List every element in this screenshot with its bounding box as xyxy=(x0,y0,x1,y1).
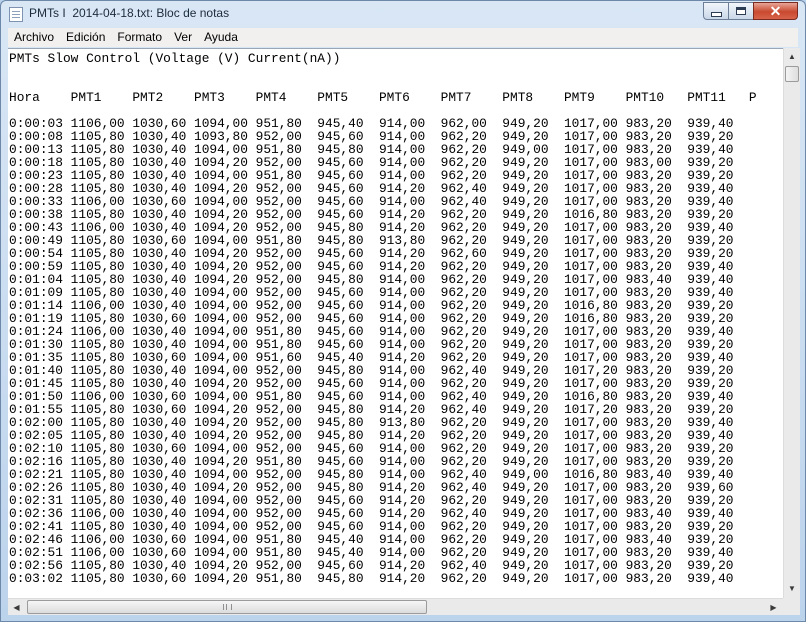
scroll-left-button[interactable]: ◀ xyxy=(8,599,25,615)
menu-ayuda[interactable]: Ayuda xyxy=(198,28,244,47)
text-editor[interactable]: PMTs Slow Control (Voltage (V) Current(n… xyxy=(8,48,783,599)
menu-formato[interactable]: Formato xyxy=(111,28,168,47)
maximize-button[interactable] xyxy=(728,2,754,20)
minimize-button[interactable] xyxy=(703,2,729,20)
arrow-right-icon: ▶ xyxy=(770,602,777,612)
arrow-up-icon: ▲ xyxy=(788,52,796,61)
window-title: PMTs I 2014-04-18.txt: Bloc de notas xyxy=(29,6,230,20)
scrollbar-corner xyxy=(783,598,800,615)
vertical-scroll-thumb[interactable] xyxy=(785,66,799,82)
notepad-window: PMTs I 2014-04-18.txt: Bloc de notas ✕ A… xyxy=(0,0,806,622)
menu-ver[interactable]: Ver xyxy=(168,28,198,47)
scroll-down-button[interactable]: ▼ xyxy=(784,580,800,597)
close-icon: ✕ xyxy=(769,3,782,19)
close-button[interactable]: ✕ xyxy=(753,2,798,20)
notepad-icon[interactable] xyxy=(9,7,23,22)
maximize-icon xyxy=(736,7,746,15)
title-bar[interactable]: PMTs I 2014-04-18.txt: Bloc de notas ✕ xyxy=(1,1,805,27)
grip-icon xyxy=(223,604,232,610)
minimize-icon xyxy=(710,12,722,17)
horizontal-scrollbar[interactable]: ◀ ▶ xyxy=(8,598,783,615)
arrow-left-icon: ◀ xyxy=(13,602,20,612)
menu-edicion[interactable]: Edición xyxy=(60,28,111,47)
document-text: PMTs Slow Control (Voltage (V) Current(n… xyxy=(9,51,757,586)
scroll-up-button[interactable]: ▲ xyxy=(784,48,800,65)
horizontal-scroll-thumb[interactable] xyxy=(27,600,427,614)
menu-bar: Archivo Edición Formato Ver Ayuda xyxy=(8,28,798,47)
menu-archivo[interactable]: Archivo xyxy=(8,28,60,47)
scroll-right-button[interactable]: ▶ xyxy=(765,599,782,615)
vertical-scrollbar[interactable]: ▲ ▼ xyxy=(783,48,800,598)
arrow-down-icon: ▼ xyxy=(788,584,796,593)
